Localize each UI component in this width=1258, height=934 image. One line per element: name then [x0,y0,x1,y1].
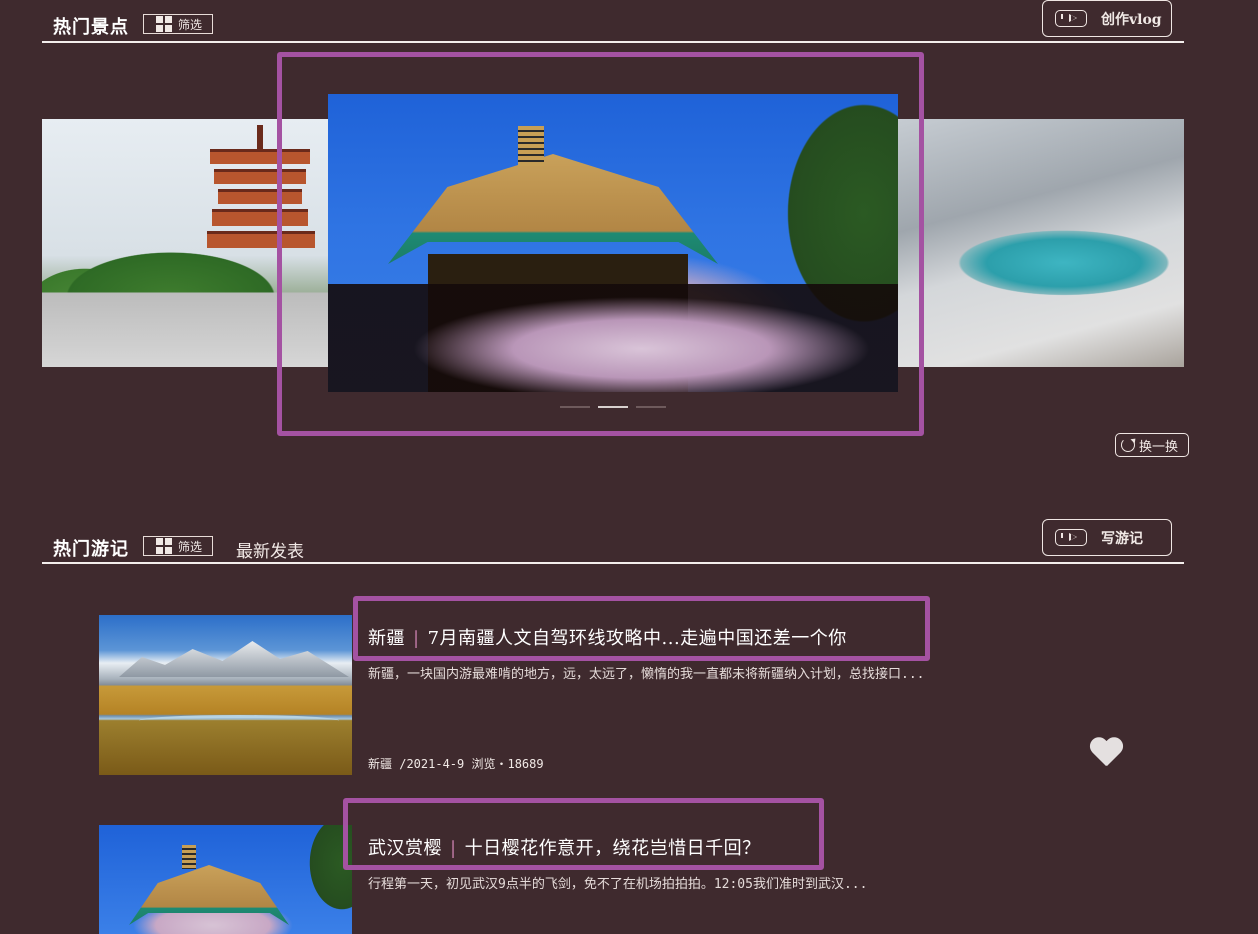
create-vlog-label: 创作vlog [1101,11,1162,28]
create-vlog-button[interactable]: 创作vlog [1042,0,1172,37]
hot-spots-filter-button[interactable]: 筛选 [143,14,213,34]
grid-icon [156,538,172,554]
article-thumbnail[interactable] [99,825,352,934]
article-summary: 新疆，一块国内游最难啃的地方，远，太远了，懒惰的我一直都未将新疆纳入计划，总找接… [368,667,925,682]
hot-notes-divider [42,562,1184,564]
xinjiang-landscape-icon [99,615,352,775]
hot-spots-divider [42,41,1184,43]
like-heart-icon[interactable] [1089,738,1123,768]
filter-label: 筛选 [178,17,203,32]
snow-lake-icon [898,119,1184,367]
filter-label: 筛选 [178,539,203,554]
article-title-highlight [343,798,824,870]
video-icon [1055,529,1087,546]
hot-notes-filter-button[interactable]: 筛选 [143,536,213,556]
write-note-label: 写游记 [1101,530,1143,547]
article-meta: 新疆 /2021-4-9 浏览・18689 [368,757,544,771]
write-note-button[interactable]: 写游记 [1042,519,1172,556]
video-icon [1055,10,1087,27]
article-thumbnail[interactable] [99,615,352,775]
carousel-highlight [277,52,924,436]
article-summary: 行程第一天，初见武汉9点半的飞剑，免不了在机场拍拍拍。12:05我们准时到武汉.… [368,877,868,892]
grid-icon [156,16,172,32]
tab-latest[interactable]: 最新发表 [236,537,304,562]
article-title-highlight [353,596,930,661]
hot-notes-title: 热门游记 [53,539,129,560]
refresh-icon [1121,438,1135,452]
cherry-blossom-pavilion-icon [99,825,352,934]
hot-spots-title: 热门景点 [53,17,129,38]
carousel-slide-right[interactable] [898,119,1184,367]
refresh-button[interactable]: 换一换 [1115,433,1189,457]
refresh-label: 换一换 [1139,439,1179,455]
